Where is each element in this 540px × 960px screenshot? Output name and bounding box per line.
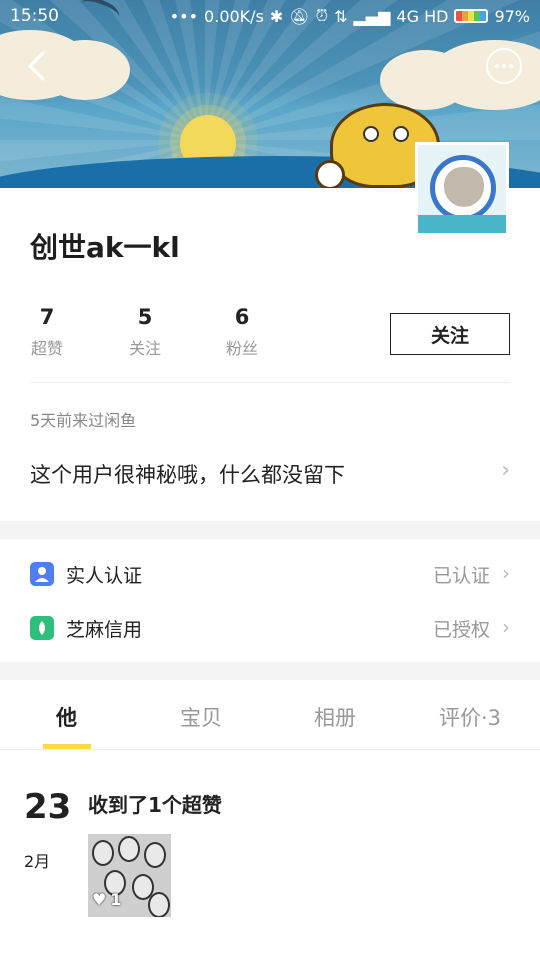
verified-person-icon xyxy=(30,562,54,586)
verification-status: 已认证 xyxy=(432,564,490,587)
battery-icon xyxy=(454,9,489,23)
tab-him[interactable]: 他 xyxy=(56,702,77,732)
heart-icon: ♥ xyxy=(92,890,107,909)
status-dots: ••• xyxy=(169,6,199,26)
verification-status: 已授权 xyxy=(432,618,490,641)
tab-indicator xyxy=(43,744,91,749)
section-gap xyxy=(0,521,540,539)
tab-reviews[interactable]: 评价·3 xyxy=(439,702,501,732)
back-button[interactable] xyxy=(18,46,58,86)
mute-icon: 🔕︎ xyxy=(289,6,310,26)
status-network-type: 4G HD xyxy=(396,6,449,26)
chevron-right-icon: › xyxy=(502,615,510,639)
tab-items[interactable]: 宝贝 xyxy=(180,702,222,732)
signal-icon: ▂▄▆ xyxy=(353,6,391,26)
profile-name: 创世ak一kl xyxy=(30,231,180,264)
avatar-cat xyxy=(444,167,484,207)
more-icon xyxy=(495,64,513,68)
follow-button[interactable]: 关注 xyxy=(390,313,510,355)
stat-likes[interactable]: 7 超赞 xyxy=(17,305,77,359)
verification-label: 实人认证 xyxy=(66,564,143,587)
alarm-icon: ⏰︎ xyxy=(315,6,329,25)
feed-day: 23 xyxy=(24,787,72,827)
fish-eye-left xyxy=(363,126,379,142)
divider xyxy=(30,382,510,383)
bio-text: 这个用户很神秘哦，什么都没留下 xyxy=(30,463,345,487)
sesame-credit-icon xyxy=(30,616,54,640)
sesame-credit-row[interactable]: 芝麻信用 已授权 › xyxy=(30,613,510,643)
stat-following[interactable]: 5 关注 xyxy=(115,305,175,359)
sketch-face xyxy=(92,840,114,866)
status-time: 15:50 xyxy=(10,6,59,26)
status-bar: 15:50 ••• 0.00K/s ✱ 🔕︎ ⏰︎ ⇅ ▂▄▆ 4G HD 97… xyxy=(0,0,540,32)
stat-value: 5 xyxy=(137,305,153,329)
status-battery: 97% xyxy=(494,6,530,26)
sketch-face xyxy=(118,836,140,862)
feed-month: 2月 xyxy=(24,852,51,871)
more-button[interactable] xyxy=(486,48,522,84)
sketch-face xyxy=(144,842,166,868)
stat-value: 7 xyxy=(39,305,55,329)
stat-label: 关注 xyxy=(128,339,161,358)
feed-thumbnail[interactable]: ♥ 1 xyxy=(88,834,171,917)
bio-row[interactable]: 这个用户很神秘哦，什么都没留下 › xyxy=(30,458,510,489)
status-network-speed: 0.00K/s xyxy=(204,6,264,26)
tab-album[interactable]: 相册 xyxy=(314,702,356,732)
feed-title: 收到了1个超赞 xyxy=(88,793,222,817)
chevron-right-icon: › xyxy=(501,458,510,483)
stat-label: 超赞 xyxy=(30,339,63,358)
chevron-left-icon xyxy=(27,50,46,82)
banner-lifebuoy xyxy=(315,160,345,188)
data-transfer-icon: ⇅ xyxy=(334,6,348,26)
status-right: ••• 0.00K/s ✱ 🔕︎ ⏰︎ ⇅ ▂▄▆ 4G HD 97% xyxy=(170,6,530,26)
section-gap xyxy=(0,662,540,680)
likes-count: 1 xyxy=(110,890,122,909)
thumbnail-likes: ♥ 1 xyxy=(92,890,121,909)
profile-tabs: 他 宝贝 相册 评价·3 xyxy=(0,680,540,750)
banner-cloud-right-2 xyxy=(380,50,470,110)
last-visit-text: 5天前来过闲鱼 xyxy=(30,411,137,430)
stat-label: 粉丝 xyxy=(225,339,258,358)
bluetooth-icon: ✱ xyxy=(269,6,284,26)
verification-label: 芝麻信用 xyxy=(66,618,143,641)
real-name-verification-row[interactable]: 实人认证 已认证 › xyxy=(30,559,510,589)
avatar[interactable] xyxy=(415,142,509,236)
avatar-base xyxy=(418,215,506,233)
stat-value: 6 xyxy=(234,305,250,329)
chevron-right-icon: › xyxy=(502,561,510,585)
stat-followers[interactable]: 6 粉丝 xyxy=(212,305,272,359)
sketch-face xyxy=(148,892,170,917)
fish-eye-right xyxy=(393,126,409,142)
